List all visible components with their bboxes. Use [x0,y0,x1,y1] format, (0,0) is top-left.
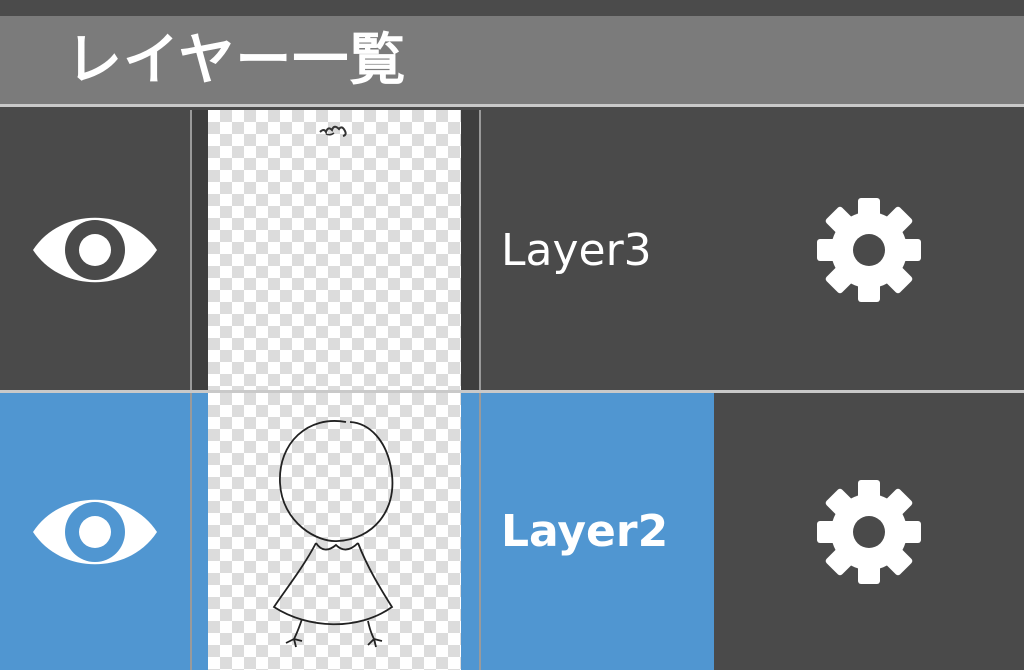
thumbnail-drawing [272,420,394,648]
panel-title: レイヤー一覧 [66,28,407,93]
visibility-toggle[interactable] [0,110,190,390]
thumbnail-gap [192,110,208,390]
layer-thumbnail[interactable] [208,393,461,670]
layer-settings-button[interactable] [714,393,1024,670]
layer-name-cell[interactable]: Layer2 [481,393,714,670]
layer-name-cell[interactable]: Layer3 [481,110,714,390]
thumbnail-gap [192,393,208,670]
thumbnail-gap-right [461,110,479,390]
layer-row-layer3[interactable]: Layer3 [0,110,1024,390]
eye-icon [33,217,157,283]
thumbnail-gap-right [461,393,479,670]
thumbnail-drawing [319,125,347,137]
gear-icon [817,198,921,302]
layer-settings-button[interactable] [714,110,1024,390]
layer-list-panel: レイヤー一覧 Layer3 Layer2 [0,0,1024,670]
eye-icon [33,499,157,564]
visibility-toggle[interactable] [0,393,190,670]
panel-header: レイヤー一覧 [0,16,1024,107]
top-strip [0,0,1024,16]
layer-name: Layer3 [501,224,652,276]
layer-row-layer2[interactable]: Layer2 [0,393,1024,670]
layer-thumbnail[interactable] [208,110,461,390]
gear-icon [817,479,921,584]
layer-name: Layer2 [501,506,669,557]
